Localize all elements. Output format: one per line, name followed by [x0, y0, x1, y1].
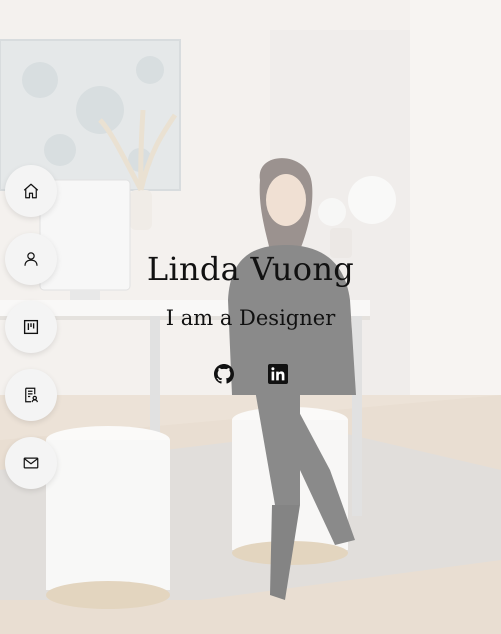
user-icon	[24, 252, 38, 266]
hero-tagline: I am a Designer	[165, 306, 336, 330]
linkedin-icon	[267, 364, 288, 384]
kanban-icon	[23, 319, 39, 335]
nav-about-button[interactable]	[5, 233, 57, 285]
resume-icon	[25, 387, 38, 403]
github-link[interactable]	[213, 364, 234, 384]
linkedin-link[interactable]	[267, 364, 288, 384]
nav-resume-button[interactable]	[5, 369, 57, 421]
nav-portfolio-button[interactable]	[5, 301, 57, 353]
github-icon	[213, 364, 234, 384]
nav-contact-button[interactable]	[5, 437, 57, 489]
mail-icon	[23, 457, 39, 469]
social-links	[0, 364, 501, 384]
hero-intro: Linda Vuong I am a Designer	[0, 250, 501, 330]
hero-name: Linda Vuong	[146, 250, 355, 288]
home-icon	[23, 183, 39, 199]
nav-home-button[interactable]	[5, 165, 57, 217]
side-navigation	[5, 165, 57, 505]
